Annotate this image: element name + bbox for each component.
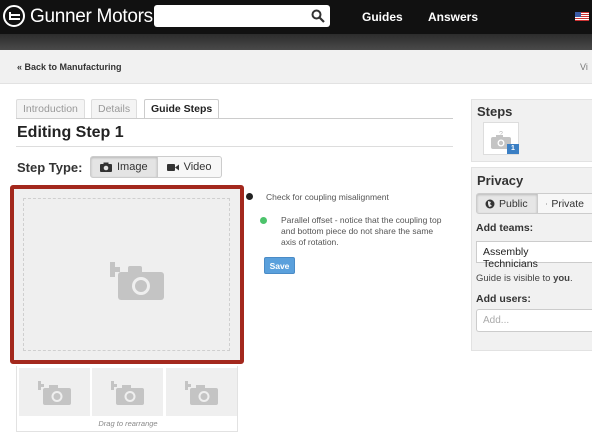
save-button[interactable]: Save [264,257,295,274]
tab-divider [16,118,453,119]
globe-icon [485,199,495,208]
privacy-private-button[interactable]: Private [538,193,592,214]
back-to-manufacturing-link[interactable]: « Back to Manufacturing [17,62,122,72]
page-title: Editing Step 1 [17,124,124,141]
team-select[interactable]: Assembly Technicians [476,241,592,270]
title-divider [16,146,453,147]
bullet-dot-green[interactable] [260,217,267,224]
breadcrumb-bar: « Back to Manufacturing Vi [0,50,592,84]
bullet-text[interactable]: Check for coupling misalignment [266,192,446,203]
search-input[interactable] [154,5,330,27]
nav-answers-link[interactable]: Answers [428,10,478,24]
video-icon [166,163,179,171]
privacy-private-label: Private [551,197,584,210]
add-photo-icon [111,381,144,405]
step-type-toggle: Image Video [90,156,222,178]
gunner-logo-icon[interactable] [3,5,25,27]
add-photo-icon [38,381,71,405]
step-type-video-label: Video [183,161,212,173]
step-type-image-label: Image [117,161,148,173]
thumbnail-slot[interactable] [166,368,237,416]
privacy-public-button[interactable]: Public [476,193,538,214]
step-type-video-button[interactable]: Video [157,156,222,178]
drag-hint: Drag to rearrange [98,419,158,428]
step-number-badge: 1 [507,144,519,154]
edit-icon [546,202,548,205]
tab-introduction[interactable]: Introduction [16,99,85,118]
visibility-prefix: Guide is visible to [476,273,554,284]
visibility-note: Guide is visible to you. [476,273,573,284]
nav-guides-link[interactable]: Guides [362,10,403,24]
thumbnail-slot[interactable] [19,368,90,416]
privacy-public-label: Public [499,197,528,210]
privacy-title: Privacy [477,173,524,188]
add-photo-icon [185,381,218,405]
image-thumbnail-strip: Drag to rearrange [16,366,238,432]
add-photo-icon [110,262,164,300]
view-link[interactable]: Vi [580,62,588,72]
thumbnail-slot[interactable] [92,368,163,416]
bullet-text[interactable]: Parallel offset - notice that the coupli… [281,215,443,248]
visibility-suffix: . [569,273,573,284]
us-flag-icon[interactable] [575,12,589,21]
tab-details[interactable]: Details [91,99,138,118]
bullet-dot-black[interactable] [246,193,253,200]
brand-name[interactable]: Gunner Motors [30,6,153,28]
header-divider [0,34,592,50]
image-placeholder [23,198,230,351]
main-image-dropzone[interactable] [10,185,244,364]
step-type-label: Step Type: [17,160,83,175]
add-users-label: Add users: [476,293,531,305]
top-navbar: Gunner Motors Guides Answers [0,0,592,34]
add-teams-label: Add teams: [476,222,534,234]
tab-guide-steps[interactable]: Guide Steps [144,99,220,119]
add-users-input[interactable]: Add... [476,309,592,332]
visibility-you: you [553,273,570,284]
step-type-image-button[interactable]: Image [90,156,158,178]
camera-icon [100,162,112,172]
search-icon[interactable] [311,9,325,23]
steps-title: Steps [477,104,513,119]
